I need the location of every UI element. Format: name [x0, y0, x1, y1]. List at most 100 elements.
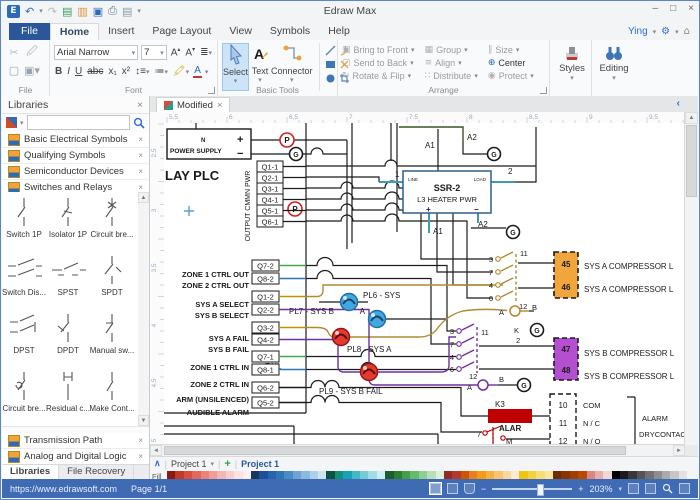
alarm-relay-box[interactable]	[488, 409, 532, 423]
gear-icon[interactable]: ⚙	[661, 26, 670, 37]
library-close-icon[interactable]: ×	[138, 436, 143, 445]
styles-button[interactable]: Styles▾	[554, 43, 590, 89]
library-search-input[interactable]	[27, 115, 130, 130]
document-tab[interactable]: Modified ×	[156, 97, 230, 113]
library-item-semiconductor-devices[interactable]: Semiconductor Devices×	[2, 164, 149, 180]
format-painter-icon[interactable]: 🖉	[26, 43, 38, 62]
bullets-button[interactable]: ≔▾	[153, 66, 169, 77]
library-item-qualifying-symbols[interactable]: Qualifying Symbols×	[2, 148, 149, 164]
select-tool-button[interactable]: Select▾	[222, 43, 249, 91]
text-align-button[interactable]: ≣▾	[199, 47, 213, 58]
font-color-button[interactable]: A	[193, 65, 202, 78]
scroll-up-icon[interactable]: ▲	[685, 112, 698, 124]
tab-view[interactable]: View	[220, 23, 261, 40]
tab-page-layout[interactable]: Page Layout	[143, 23, 220, 40]
arrange-protect[interactable]: ◉Protect▾	[488, 71, 534, 81]
library-close-icon[interactable]: ×	[138, 183, 143, 192]
home-icon[interactable]: ⌂	[684, 26, 690, 37]
copy-icon[interactable]: ▣▾	[24, 64, 40, 77]
lamp-a[interactable]	[369, 311, 386, 328]
scroll-up-icon[interactable]: ▲	[138, 192, 149, 203]
shrink-font-button[interactable]: A▾	[184, 46, 196, 58]
page-tab[interactable]: Project 1	[241, 459, 279, 469]
user-name[interactable]: Ying	[628, 26, 648, 37]
arrange-dialog-launcher-icon[interactable]	[540, 87, 547, 94]
tab-file[interactable]: File	[9, 23, 50, 40]
library-close-icon[interactable]: ×	[138, 151, 143, 160]
library-item-transmission-path[interactable]: Transmission Path×	[2, 433, 149, 449]
superscript-button[interactable]: x²	[121, 66, 131, 77]
zoom-level[interactable]: 203%	[589, 484, 612, 494]
horizontal-scrollbar[interactable]: ◄ ►	[150, 444, 685, 456]
library-close-icon[interactable]: ×	[138, 135, 143, 144]
tab-symbols[interactable]: Symbols	[261, 23, 319, 40]
view-normal-icon[interactable]	[430, 483, 441, 494]
library-close-icon[interactable]: ×	[138, 452, 143, 461]
library-item-analog-and-digital-logic[interactable]: Analog and Digital Logic×	[2, 449, 149, 465]
search-icon[interactable]	[133, 117, 145, 129]
wiring-diagram[interactable]: N POWER SUPPLY + − LAY PLC OUTPUT CMMN P…	[164, 123, 689, 445]
libraries-close-icon[interactable]: ×	[137, 99, 143, 111]
pages-icon[interactable]	[645, 483, 656, 494]
add-page-icon[interactable]: +	[224, 458, 230, 470]
symbol-circuit-bre-[interactable]: Circuit bre...	[2, 366, 46, 424]
library-menu-icon[interactable]	[6, 117, 17, 128]
sidebar-tab-libraries[interactable]: Libraries	[2, 465, 59, 479]
zoom-dropdown-icon[interactable]: ▾	[618, 485, 622, 493]
tab-help[interactable]: Help	[319, 23, 359, 40]
symbol-spdt[interactable]: SPDT	[90, 250, 134, 308]
arrange-send-to-back[interactable]: ▢Send to Back▾	[342, 58, 415, 68]
rectangle-shape-icon[interactable]	[325, 59, 336, 70]
highlight-button[interactable]: 🖍▾	[172, 66, 190, 77]
drawing-page[interactable]: N POWER SUPPLY + − LAY PLC OUTPUT CMMN P…	[164, 123, 689, 445]
font-size-select[interactable]: 7▾	[141, 45, 167, 60]
line-shape-icon[interactable]	[325, 45, 336, 56]
library-menu-dropdown-icon[interactable]: ▾	[20, 119, 24, 127]
symbol-partial[interactable]	[46, 424, 90, 427]
library-close-icon[interactable]: ×	[138, 167, 143, 176]
lamp-pl8[interactable]	[333, 329, 350, 346]
italic-button[interactable]: I	[66, 66, 71, 77]
arrange-group[interactable]: ▦Group▾	[425, 45, 478, 55]
document-close-icon[interactable]: ×	[217, 100, 223, 111]
symbols-scrollbar[interactable]: ▲ ▼	[138, 192, 149, 426]
lamp-pl6[interactable]	[341, 294, 358, 311]
close-button[interactable]: ×	[688, 3, 694, 14]
symbol-partial[interactable]	[90, 424, 134, 427]
magnifier-icon[interactable]	[662, 483, 673, 494]
arrange-bring-to-front[interactable]: ▣Bring to Front▾	[342, 45, 415, 55]
cut-icon[interactable]: ✂	[9, 46, 18, 59]
symbol-manual-sw-[interactable]: Manual sw...	[90, 308, 134, 366]
tab-insert[interactable]: Insert	[99, 23, 143, 40]
view-page-icon[interactable]	[447, 483, 458, 494]
line-spacing-button[interactable]: ↕≡▾	[134, 66, 150, 77]
symbol-spst[interactable]: SPST	[46, 250, 90, 308]
scroll-right-icon[interactable]: ►	[673, 445, 685, 456]
ellipse-shape-icon[interactable]	[325, 73, 336, 84]
fit-window-icon[interactable]	[628, 483, 639, 494]
connector-tool-button[interactable]: Connector▾	[271, 43, 313, 89]
symbol-make-cont-[interactable]: Make Cont...	[90, 366, 134, 424]
arrange-center[interactable]: ⊕Center	[488, 58, 534, 68]
minimize-button[interactable]: –	[653, 3, 659, 14]
text-tool-button[interactable]: A Text▾	[251, 43, 269, 89]
editing-button[interactable]: Editing▾	[596, 43, 632, 89]
grow-font-button[interactable]: A▴	[170, 46, 182, 58]
font-name-select[interactable]: Arial Narrow▾	[54, 45, 138, 60]
zoom-slider-knob[interactable]	[537, 484, 544, 496]
arrange-distribute[interactable]: ∷Distribute▾	[425, 71, 478, 81]
status-url[interactable]: https://www.edrawsoft.com	[10, 484, 117, 494]
maximize-button[interactable]: □	[670, 3, 676, 14]
horizontal-scroll-thumb[interactable]	[164, 446, 626, 455]
arrange-rotate-flip[interactable]: ↻Rotate & Flip▾	[342, 71, 415, 81]
user-dropdown-icon[interactable]: ▾	[653, 28, 657, 36]
scroll-down-icon[interactable]: ▼	[138, 415, 149, 426]
paste-icon[interactable]: ▢	[9, 64, 19, 77]
underline-button[interactable]: U	[74, 66, 83, 77]
font-dialog-launcher-icon[interactable]	[208, 87, 215, 94]
pages-list-icon[interactable]: ∧	[154, 458, 161, 469]
symbol-partial[interactable]	[2, 424, 46, 427]
tab-home[interactable]: Home	[50, 23, 99, 40]
arrange-size[interactable]: ∥Size▾	[488, 45, 534, 55]
symbol-dpst[interactable]: DPST	[2, 308, 46, 366]
